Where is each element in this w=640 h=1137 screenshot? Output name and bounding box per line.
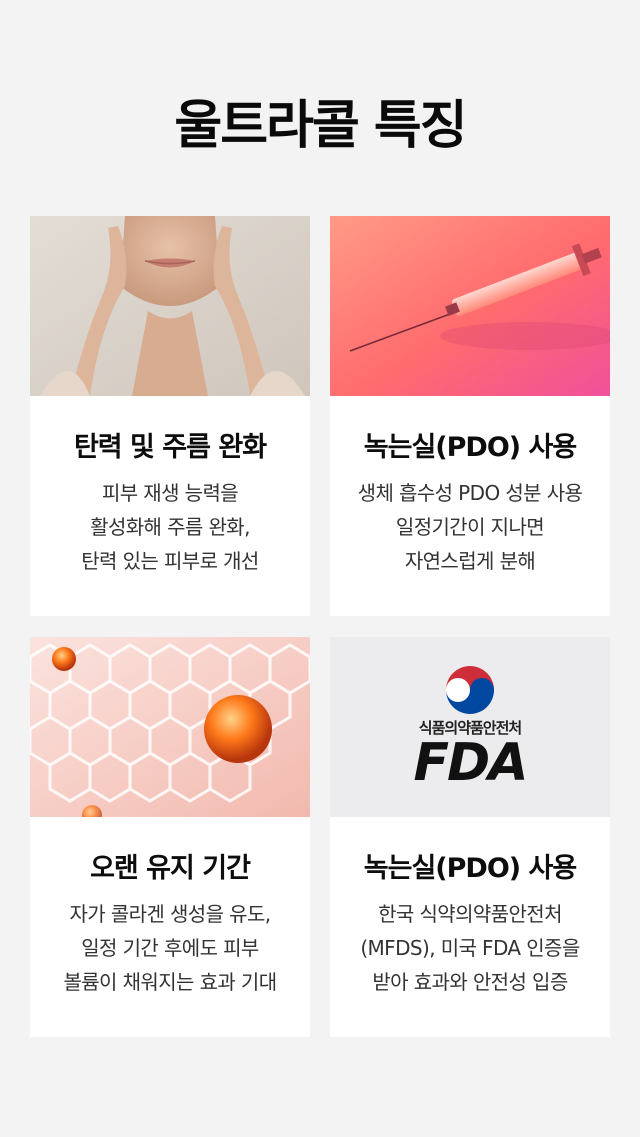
feature-card-elasticity: 탄력 및 주름 완화 피부 재생 능력을 활성화해 주름 완화, 탄력 있는 피… <box>30 216 310 616</box>
face-hands-photo <box>30 216 310 396</box>
syringe-photo <box>330 216 610 396</box>
card-description: 피부 재생 능력을 활성화해 주름 완화, 탄력 있는 피부로 개선 <box>30 476 310 578</box>
card-description: 한국 식약의약품안전처 (MFDS), 미국 FDA 인증을 받아 효과와 안전… <box>330 897 610 999</box>
card-description-line: 생체 흡수성 PDO 성분 사용 <box>357 481 583 505</box>
card-description-line: 볼륨이 채워지는 효과 기대 <box>63 970 277 994</box>
card-title: 녹는실(PDO) 사용 <box>363 432 577 463</box>
fda-logo: FDA <box>413 733 529 793</box>
card-description-line: 자연스럽게 분해 <box>404 549 536 573</box>
card-description-line: 피부 재생 능력을 <box>101 481 239 505</box>
card-title: 녹는실(PDO) 사용 <box>363 853 577 884</box>
card-description-line: 한국 식약의약품안전처 <box>378 902 562 926</box>
card-description-line: 탄력 있는 피부로 개선 <box>81 549 259 573</box>
card-description: 자가 콜라겐 생성을 유도, 일정 기간 후에도 피부 볼륨이 채워지는 효과 … <box>30 897 310 999</box>
feature-card-certification: 식품의약품안전처 FDA 녹는실(PDO) 사용 한국 식약의약품안전처 (MF… <box>330 637 610 1037</box>
card-description-line: 활성화해 주름 완화, <box>90 515 250 539</box>
card-title: 탄력 및 주름 완화 <box>73 432 267 463</box>
card-description-line: 일정 기간 후에도 피부 <box>81 936 259 960</box>
card-description-line: 일정기간이 지나면 <box>395 515 545 539</box>
page-title: 울트라콜 특징 <box>174 96 467 156</box>
card-description-line: 받아 효과와 안전성 입증 <box>372 970 568 994</box>
card-description-line: 자가 콜라겐 생성을 유도, <box>69 902 271 926</box>
card-description: 생체 흡수성 PDO 성분 사용 일정기간이 지나면 자연스럽게 분해 <box>330 476 610 578</box>
collagen-hexagon-photo <box>30 637 310 817</box>
card-description-line: (MFDS), 미국 FDA 인증을 <box>360 936 580 960</box>
mfds-fda-logo: 식품의약품안전처 FDA <box>330 637 610 817</box>
feature-card-duration: 오랜 유지 기간 자가 콜라겐 생성을 유도, 일정 기간 후에도 피부 볼륨이… <box>30 637 310 1037</box>
card-title: 오랜 유지 기간 <box>90 853 251 884</box>
feature-card-pdo: 녹는실(PDO) 사용 생체 흡수성 PDO 성분 사용 일정기간이 지나면 자… <box>330 216 610 616</box>
